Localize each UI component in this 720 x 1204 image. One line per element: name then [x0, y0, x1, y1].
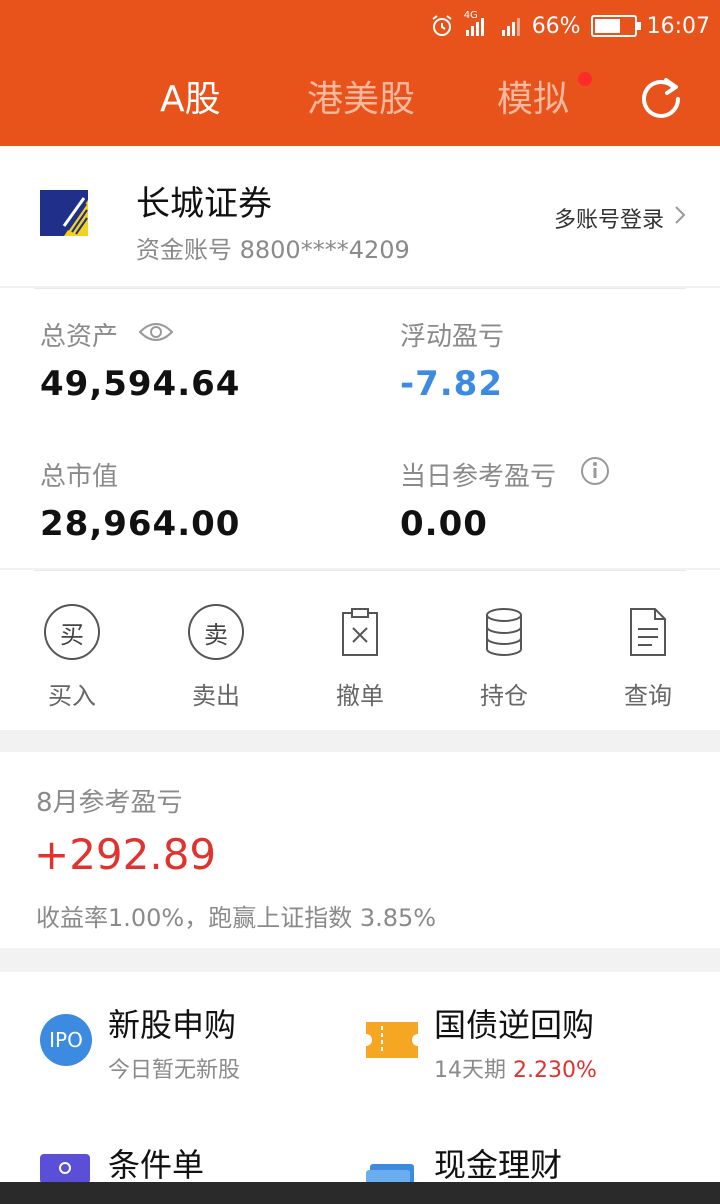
multi-account-login-button[interactable]: 多账号登录 [554, 202, 686, 234]
top-header: 4G 66% 16:07 A股 港美股 模拟 [0, 0, 720, 146]
sell-button[interactable]: 卖 卖出 [176, 604, 256, 711]
cash-management-link[interactable]: 现金理财 [434, 1140, 562, 1186]
floating-pl-label: 浮动盈亏 [400, 322, 505, 352]
monthly-pl-value: +292.89 [34, 830, 217, 879]
multi-account-login-label: 多账号登录 [553, 208, 664, 233]
query-label: 查询 [624, 682, 672, 710]
info-icon[interactable] [580, 456, 610, 490]
query-button[interactable]: 查询 [608, 604, 688, 711]
market-value-value: 28,964.00 [40, 504, 241, 544]
monthly-pl-description: 收益率1.00%，跑赢上证指数 3.85% [36, 904, 437, 932]
conditional-order-link[interactable]: 条件单 [108, 1140, 204, 1186]
divider [34, 288, 686, 289]
cancel-order-icon [332, 604, 388, 660]
tab-a-shares[interactable]: A股 [160, 70, 221, 122]
total-assets-label: 总资产 [40, 322, 119, 352]
repo-term: 14天期 [434, 1058, 513, 1083]
battery-percent: 66% [531, 13, 581, 39]
repo-rate: 2.230% [513, 1058, 597, 1083]
daily-pl-label: 当日参考盈亏 [400, 462, 557, 492]
eye-icon[interactable] [138, 318, 174, 350]
simulation-badge-dot [578, 72, 592, 86]
refresh-icon[interactable] [638, 74, 684, 120]
tab-simulation[interactable]: 模拟 [497, 70, 569, 122]
ipo-subscription-link[interactable]: 新股申购 [108, 1000, 236, 1046]
treasury-repo-subtitle: 14天期 2.230% [434, 1052, 597, 1084]
query-document-icon [620, 604, 676, 660]
bottom-navigation[interactable] [0, 1182, 720, 1204]
cancel-order-label: 撤单 [336, 682, 384, 710]
battery-fill [594, 19, 620, 33]
trade-actions: 买 买入 卖 卖出 撤单 持仓 查询 [0, 570, 720, 730]
services-grid: IPO 新股申购 今日暂无新股 国债逆回购 14天期 2.230% 条件单 现金… [0, 972, 720, 1204]
holdings-button[interactable]: 持仓 [464, 604, 544, 711]
clock: 16:07 [646, 13, 710, 39]
holdings-label: 持仓 [480, 682, 528, 710]
market-value-label: 总市值 [40, 462, 119, 492]
buy-icon: 买 [44, 604, 100, 660]
signal-4g-icon: 4G [464, 10, 490, 38]
monthly-pl-card[interactable]: 8月参考盈亏 +292.89 收益率1.00%，跑赢上证指数 3.85% [0, 752, 720, 948]
ipo-subtitle: 今日暂无新股 [108, 1058, 241, 1083]
account-number: 资金账号 8800****4209 [136, 236, 410, 264]
ipo-icon: IPO [40, 1014, 92, 1066]
monthly-pl-title: 8月参考盈亏 [36, 788, 183, 818]
daily-pl-value: 0.00 [400, 504, 488, 544]
status-bar: 4G 66% 16:07 [430, 10, 710, 42]
floating-pl-value: -7.82 [400, 364, 503, 404]
broker-logo [40, 190, 88, 236]
chevron-right-icon [674, 205, 686, 231]
market-tabs: A股 港美股 模拟 [0, 70, 720, 130]
sell-label: 卖出 [192, 682, 240, 710]
sell-icon: 卖 [188, 604, 244, 660]
assets-summary: 总资产 49,594.64 浮动盈亏 -7.82 总市值 28,964.00 当… [0, 288, 720, 568]
ticket-icon [366, 1022, 418, 1058]
total-assets-value: 49,594.64 [40, 364, 241, 404]
account-card: 长城证券 资金账号 8800****4209 多账号登录 [0, 146, 720, 286]
cancel-order-button[interactable]: 撤单 [320, 604, 400, 711]
signal-icon [500, 14, 522, 38]
network-type-label: 4G [463, 10, 478, 21]
buy-label: 买入 [48, 682, 96, 710]
broker-name: 长城证券 [136, 184, 272, 224]
treasury-repo-link[interactable]: 国债逆回购 [434, 1000, 594, 1046]
divider [34, 570, 686, 571]
holdings-icon [476, 604, 532, 660]
battery-icon [590, 15, 641, 37]
buy-button[interactable]: 买 买入 [32, 604, 112, 711]
alarm-icon [430, 14, 454, 38]
tab-hk-us-stocks[interactable]: 港美股 [307, 70, 415, 122]
